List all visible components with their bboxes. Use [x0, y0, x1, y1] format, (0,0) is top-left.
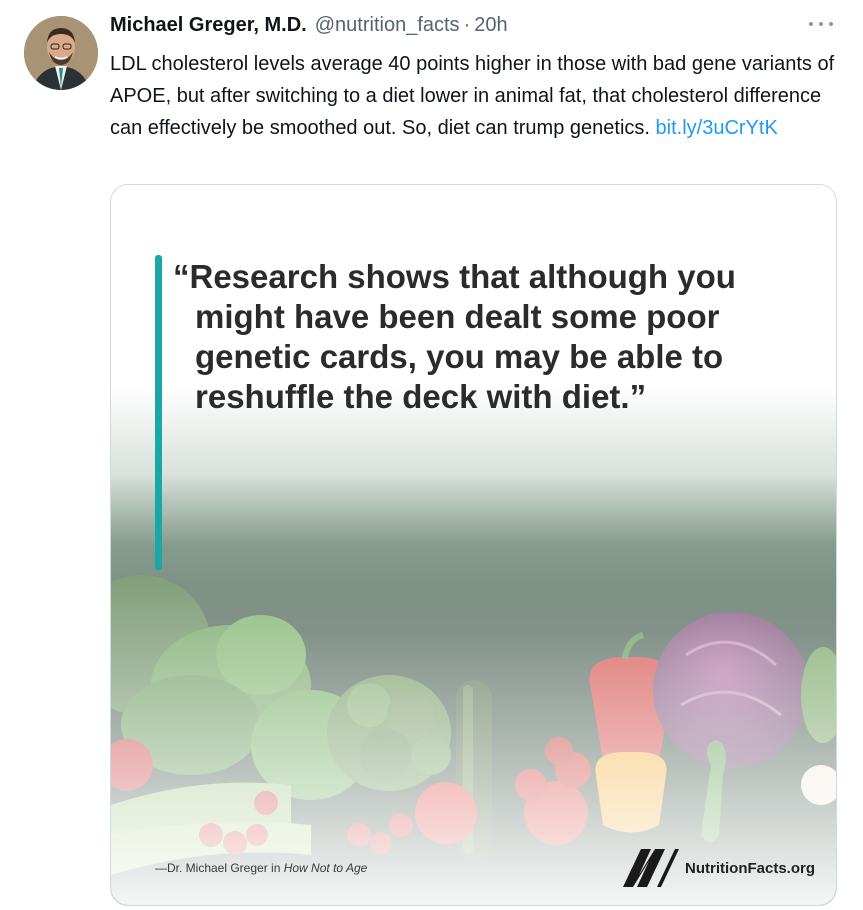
separator-dot: · [463, 14, 471, 36]
author-handle[interactable]: @nutrition_facts [315, 14, 460, 37]
author-name[interactable]: Michael Greger, M.D. [110, 14, 307, 37]
attribution-prefix: —Dr. Michael Greger in [155, 861, 284, 875]
attribution-book-title: How Not to Age [283, 861, 368, 875]
brand-name: NutritionFacts.org [685, 859, 815, 877]
brand-logo: NutritionFacts.org [619, 847, 815, 889]
avatar[interactable] [24, 16, 98, 90]
tweet-text: LDL cholesterol levels average 40 points… [110, 48, 840, 144]
quote-attribution: —Dr. Michael Greger in How Not to Age [155, 861, 367, 875]
quote-accent-bar [155, 255, 162, 570]
tweet-link[interactable]: bit.ly/3uCrYtK [656, 117, 778, 139]
avatar-photo [24, 16, 98, 90]
tweet-header: Michael Greger, M.D. @nutrition_facts · … [110, 14, 810, 48]
pull-quote: “Research shows that although you might … [173, 258, 736, 415]
ellipsis-icon[interactable] [809, 18, 833, 30]
nutritionfacts-logo-icon [623, 849, 679, 887]
tweet-media-card[interactable]: “Research shows that although you might … [110, 184, 837, 906]
tweet-timestamp[interactable]: 20h [474, 14, 507, 37]
